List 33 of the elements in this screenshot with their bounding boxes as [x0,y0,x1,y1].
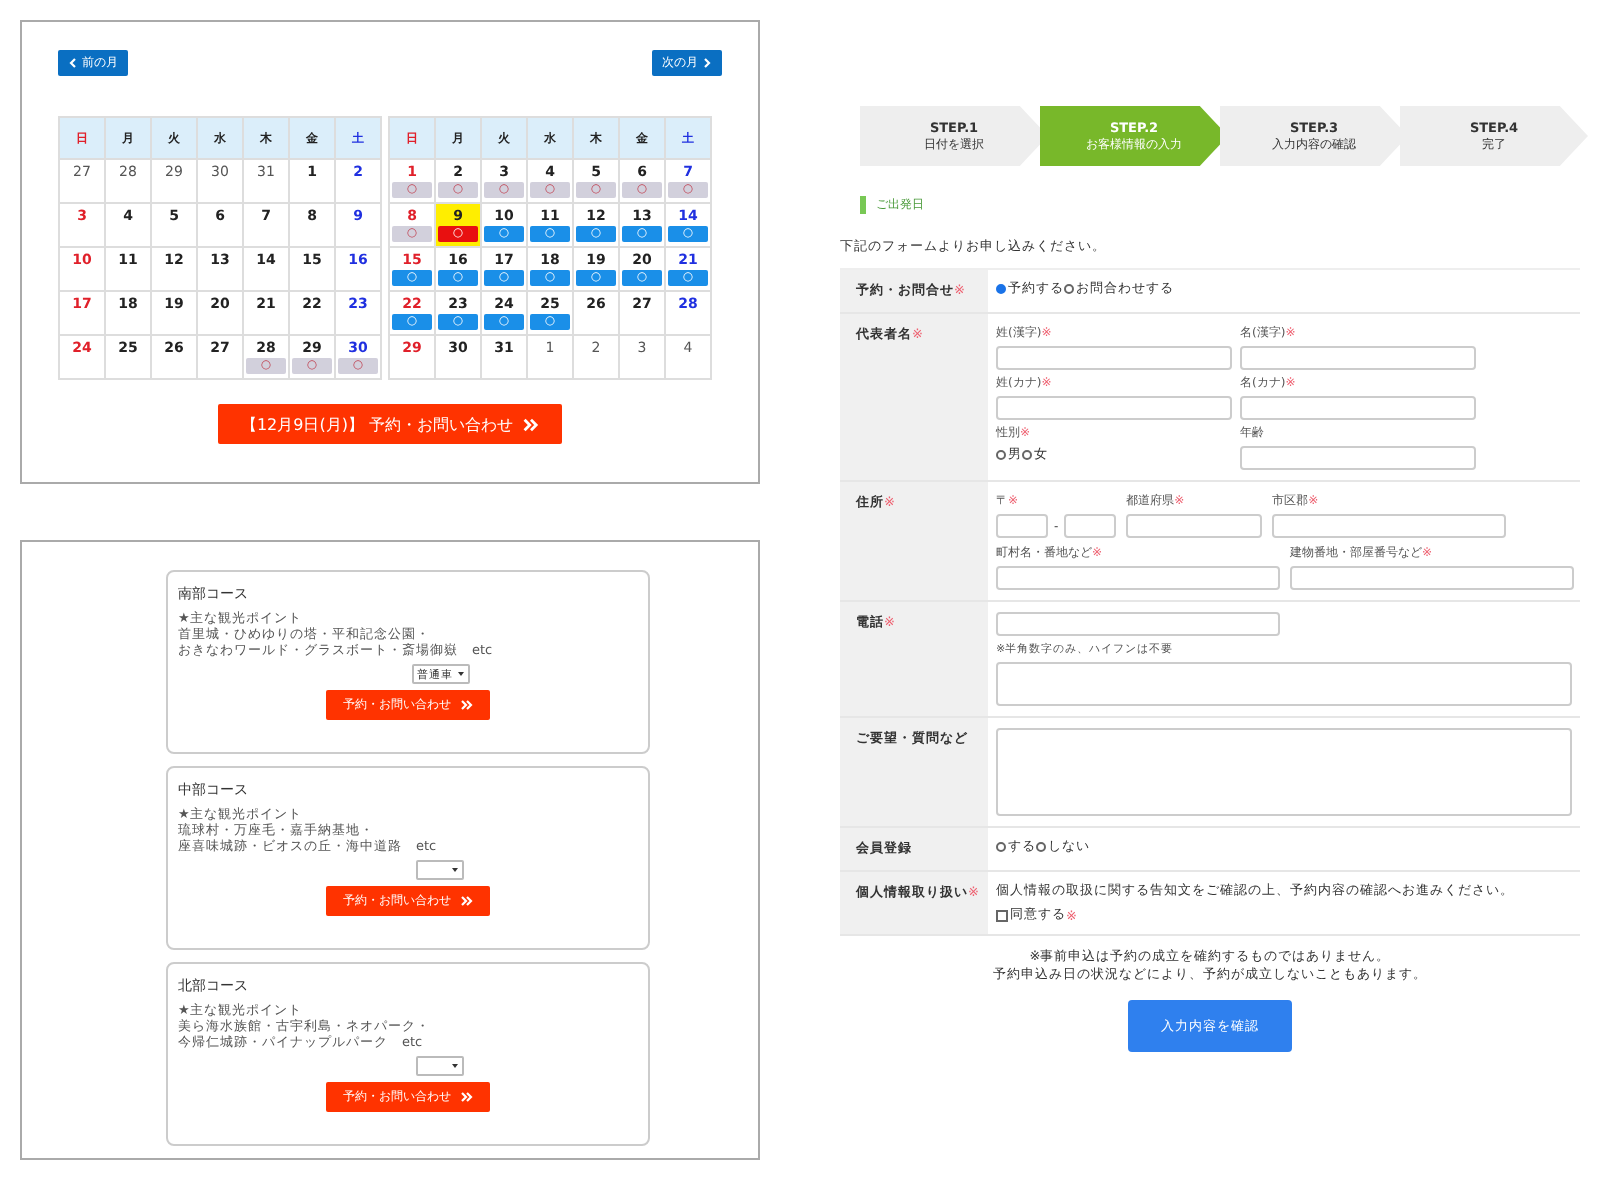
text-area[interactable] [996,728,1572,816]
radio-button[interactable] [1022,450,1032,460]
input-field[interactable] [1240,346,1476,370]
radio-button[interactable] [996,842,1006,852]
radio-button[interactable] [1036,842,1046,852]
double-chevron-icon [459,1092,473,1102]
reserve-button[interactable]: 【12月9日(月)】 予約・お問い合わせ [218,404,562,444]
input-field[interactable] [1272,514,1507,538]
double-chevron-icon [459,896,473,906]
radio-button[interactable] [996,284,1006,294]
caret-icon [452,1064,458,1068]
input-field[interactable] [1240,396,1476,420]
input-field[interactable] [996,566,1280,590]
caret-icon [457,672,463,676]
caret-icon [452,868,458,872]
text-area[interactable] [996,662,1572,706]
select-field[interactable] [416,860,464,880]
chevron-icon [702,58,712,68]
input-field[interactable] [1064,514,1117,538]
double-chevron-icon [459,700,473,710]
input-field[interactable] [1240,446,1476,470]
radio-button[interactable] [996,450,1006,460]
checkbox[interactable] [996,909,1008,921]
double-chevron-icon [521,417,540,431]
select-field[interactable] [416,1056,464,1076]
chevron-icon [68,58,78,68]
input-field[interactable] [996,514,1048,538]
input-field[interactable] [1290,566,1574,590]
radio-button[interactable] [1064,284,1074,294]
input-field[interactable] [1126,514,1263,538]
input-field[interactable] [996,396,1232,420]
input-field[interactable] [996,346,1232,370]
input-field[interactable] [996,612,1280,636]
